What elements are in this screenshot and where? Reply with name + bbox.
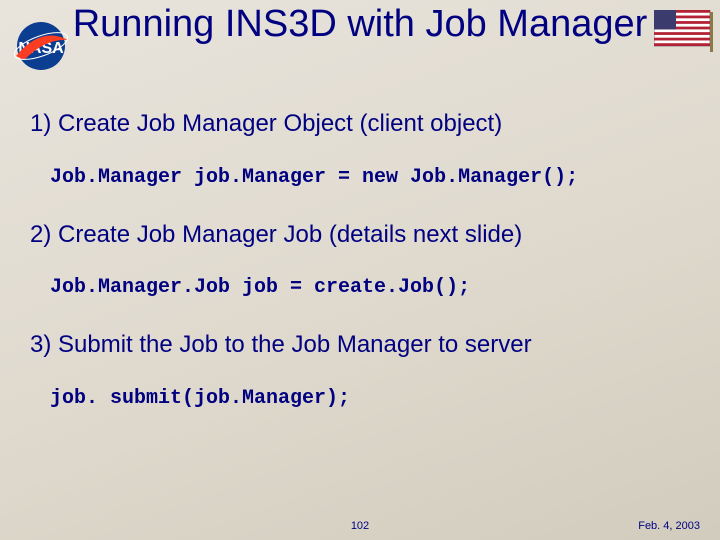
- page-number: 102: [0, 520, 720, 532]
- step-2-code: Job.Manager.Job job = create.Job();: [50, 276, 690, 299]
- step-1-text: 1) Create Job Manager Object (client obj…: [30, 110, 690, 138]
- step-3-text: 3) Submit the Job to the Job Manager to …: [30, 331, 690, 359]
- slide-title: Running INS3D with Job Manager: [0, 0, 720, 46]
- footer-date: Feb. 4, 2003: [638, 520, 700, 532]
- slide: NASA Running INS3D with Job Manager 1) C…: [0, 0, 720, 540]
- step-1-code: Job.Manager job.Manager = new Job.Manage…: [50, 166, 690, 189]
- step-3-code: job. submit(job.Manager);: [50, 387, 690, 410]
- step-2-text: 2) Create Job Manager Job (details next …: [30, 221, 690, 249]
- slide-body: 1) Create Job Manager Object (client obj…: [30, 110, 690, 442]
